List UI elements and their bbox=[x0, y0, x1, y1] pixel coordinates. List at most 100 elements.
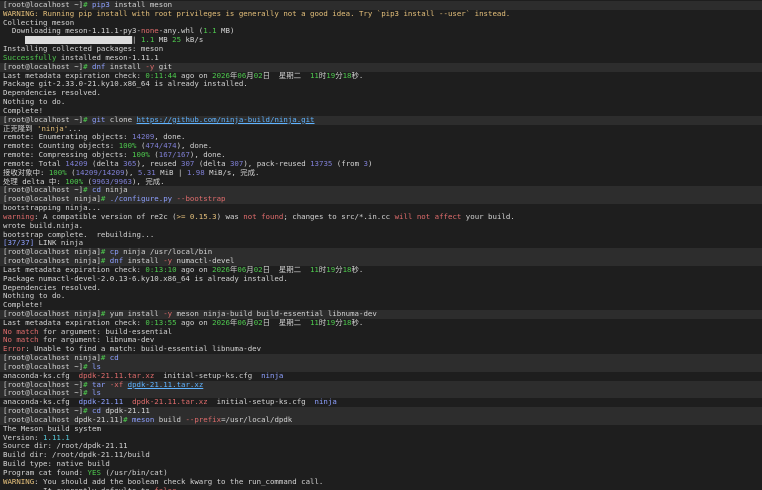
text-segment: # bbox=[123, 415, 133, 424]
text-segment: 14209 bbox=[65, 159, 88, 168]
text-segment: # bbox=[83, 115, 92, 124]
text-segment: clone bbox=[105, 115, 137, 124]
terminal-link[interactable]: https://github.com/ninja-build/ninja.git bbox=[137, 116, 315, 124]
text-segment: : Unable to find a match: build-essentia… bbox=[25, 345, 262, 354]
output-line: Build type: native build bbox=[0, 460, 762, 469]
text-segment: cd bbox=[109, 354, 119, 363]
text-segment: warning bbox=[3, 212, 35, 221]
terminal-link[interactable]: dpdk-21.11.tar.xz bbox=[128, 381, 204, 389]
text-segment: [root@localhost ninja] bbox=[3, 354, 101, 363]
command-line: [root@localhost ninja]# ./configure.py -… bbox=[0, 195, 762, 205]
text-segment: ls bbox=[92, 389, 101, 398]
text-segment: -any.whl ( bbox=[158, 27, 204, 36]
text-segment: 月 bbox=[246, 318, 254, 327]
output-line: warning: A compatible version of re2c (>… bbox=[0, 213, 762, 222]
text-segment: [root@localhost dpdk-21.11] bbox=[3, 415, 124, 424]
text-segment: Downloading meson-1.11.1-py3- bbox=[3, 27, 141, 36]
text-segment: Complete! bbox=[3, 301, 44, 310]
text-segment: 月 bbox=[246, 71, 254, 80]
text-segment: ninja bbox=[100, 186, 128, 195]
output-line: Dependencies resolved. bbox=[0, 284, 762, 293]
text-segment: your build. bbox=[461, 212, 515, 221]
text-segment: 13735 bbox=[310, 159, 333, 168]
text-segment: : A compatible version of re2c ( bbox=[34, 212, 177, 221]
text-segment: (from bbox=[332, 159, 364, 168]
text-segment: Program cat found: bbox=[3, 468, 88, 477]
text-segment: YES bbox=[87, 468, 101, 477]
output-line: Last metadata expiration check: 0:13:55 … bbox=[0, 319, 762, 328]
text-segment: ./configure.py bbox=[109, 195, 173, 204]
text-segment: git bbox=[92, 115, 106, 124]
text-segment: LINK ninja bbox=[34, 239, 84, 248]
command-line: [root@localhost ninja]# yum install -y m… bbox=[0, 309, 762, 319]
text-segment: meson ninja-build build-essential libnum… bbox=[172, 309, 377, 318]
output-line: Program cat found: YES (/usr/bin/cat) bbox=[0, 469, 762, 478]
command-line: [root@localhost ~]# cd ninja bbox=[0, 186, 762, 196]
text-segment: dnf bbox=[109, 257, 124, 266]
output-line: Installing collected packages: meson bbox=[0, 45, 762, 54]
text-segment: # bbox=[83, 1, 92, 9]
text-segment: Source dir: /root/dpdk-21.11 bbox=[3, 442, 128, 451]
text-segment: 307 bbox=[181, 159, 195, 168]
text-segment: bootstrap complete. rebuilding... bbox=[3, 230, 155, 239]
text-segment: >= 0.15.3 bbox=[176, 212, 217, 221]
text-segment: # bbox=[100, 354, 110, 363]
text-segment: WARNING: Running pip install with root p… bbox=[3, 9, 511, 18]
output-line: Source dir: /root/dpdk-21.11 bbox=[0, 442, 762, 451]
text-segment: [root@localhost ~] bbox=[3, 380, 84, 389]
text-segment: # bbox=[83, 362, 92, 371]
output-line: remote: Counting objects: 100% (474/474)… bbox=[0, 142, 762, 151]
text-segment: dpdk-21.11.tar.xz bbox=[132, 398, 208, 407]
text-segment: Last metadata expiration check: bbox=[3, 71, 146, 80]
text-segment: -y bbox=[145, 62, 155, 71]
text-segment: Package git-2.33.0-21.ky10.x86_64 is alr… bbox=[3, 80, 248, 89]
text-segment: ), bbox=[124, 168, 138, 177]
output-line: anaconda-ks.cfg dpdk-21.11.tar.xz initia… bbox=[0, 372, 762, 381]
text-segment: ninja bbox=[314, 398, 337, 407]
output-line: Downloading meson-1.11.1-py3-none-any.wh… bbox=[0, 27, 762, 36]
output-line: Package numactl-devel-2.0.13-6.ky10.x86_… bbox=[0, 275, 762, 284]
text-segment: ( bbox=[83, 177, 92, 186]
text-segment bbox=[3, 36, 25, 44]
text-segment: [root@localhost ninja] bbox=[3, 309, 101, 318]
text-segment: WARNING bbox=[3, 477, 35, 486]
text-segment: bootstrapping ninja... bbox=[3, 204, 101, 213]
output-line: anaconda-ks.cfg dpdk-21.11 dpdk-21.11.ta… bbox=[0, 398, 762, 407]
text-segment: build bbox=[154, 415, 186, 424]
output-line: 处理 delta 中: 100% (9963/9963), 完成. bbox=[0, 178, 762, 187]
text-segment: MiB | bbox=[155, 168, 187, 177]
command-line: [root@localhost ~]# cd dpdk-21.11 bbox=[0, 407, 762, 416]
text-segment: ninja bbox=[261, 371, 284, 380]
output-line: [37/37] LINK ninja bbox=[0, 239, 762, 248]
text-segment: # bbox=[83, 380, 92, 389]
text-segment: 1.1 bbox=[140, 36, 155, 45]
text-segment: [root@localhost ninja] bbox=[3, 248, 101, 257]
text-segment: ), 完成. bbox=[131, 177, 165, 186]
text-segment: Last metadata expiration check: bbox=[3, 265, 146, 274]
text-segment: | bbox=[132, 36, 141, 45]
output-line: Build dir: /root/dpdk-21.11/build bbox=[0, 451, 762, 460]
text-segment: 18 bbox=[342, 265, 352, 274]
text-segment: ), reused bbox=[136, 159, 182, 168]
text-segment: [root@localhost ~] bbox=[3, 389, 84, 398]
text-segment: install bbox=[105, 62, 146, 71]
text-segment: ago on bbox=[176, 318, 213, 327]
text-segment: 2026 bbox=[212, 318, 230, 327]
text-segment: 25 bbox=[172, 36, 182, 45]
text-segment: 2026 bbox=[212, 265, 230, 274]
text-segment: for argument: libnuma-dev bbox=[38, 336, 155, 345]
text-segment: 100% bbox=[48, 168, 67, 177]
text-segment: 2026 bbox=[212, 71, 230, 80]
text-segment: remote: Enumerating objects: bbox=[3, 133, 133, 142]
text-segment: # bbox=[83, 389, 92, 398]
text-segment: will not affect bbox=[394, 212, 462, 221]
output-line: remote: Compressing objects: 100% (167/1… bbox=[0, 151, 762, 160]
text-segment: Successfully bbox=[3, 53, 57, 62]
terminal-window[interactable]: [root@localhost ~]# pip3 install meson WA… bbox=[0, 0, 762, 490]
text-segment: ls bbox=[92, 362, 101, 371]
output-line: Collecting meson bbox=[0, 19, 762, 28]
text-segment: dpdk-21.11.tar.xz bbox=[78, 371, 155, 380]
text-segment: remote: Compressing objects: bbox=[3, 151, 133, 160]
text-segment: --bootstrap bbox=[176, 195, 226, 204]
text-segment: 分 bbox=[335, 71, 343, 80]
